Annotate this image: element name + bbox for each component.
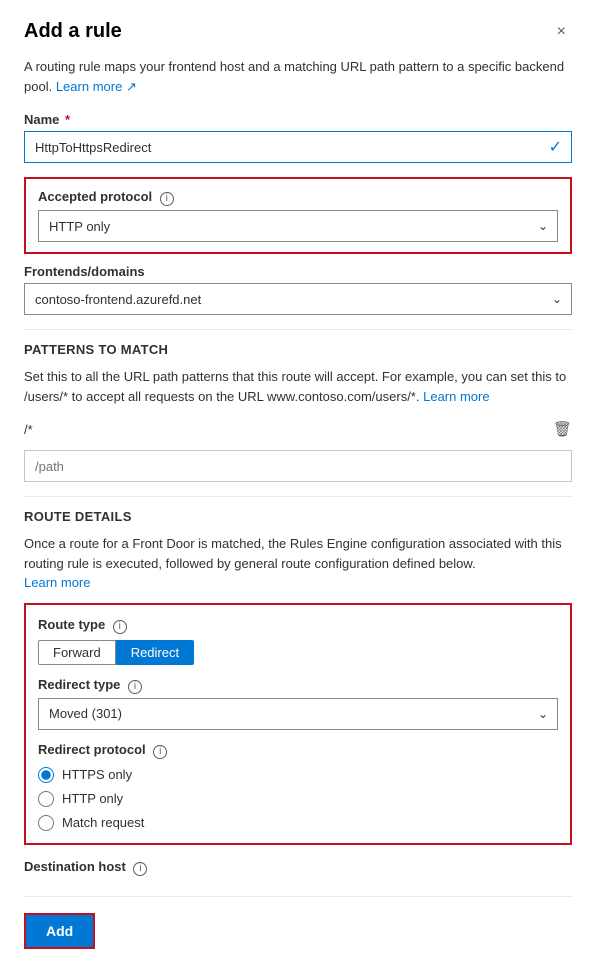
route-details-description: Once a route for a Front Door is matched… [24, 534, 572, 593]
name-input-wrapper: ✓ [24, 131, 572, 163]
redirect-type-select[interactable]: Moved (301) Found (302) Temporary Redire… [38, 698, 558, 730]
close-button[interactable]: × [551, 21, 572, 43]
route-details-section: ROUTE DETAILS Once a route for a Front D… [24, 509, 572, 845]
route-type-info-icon[interactable]: i [113, 620, 127, 634]
destination-host-info-icon[interactable]: i [133, 862, 147, 876]
destination-host-group: Destination host i [24, 859, 572, 876]
radio-https-only[interactable]: HTTPS only [38, 767, 558, 783]
redirect-protocol-label: Redirect protocol i [38, 742, 558, 759]
frontends-label: Frontends/domains [24, 264, 572, 279]
radio-https-only-input[interactable] [38, 767, 54, 783]
route-btn-forward[interactable]: Forward [38, 640, 116, 665]
add-rule-panel: Add a rule × A routing rule maps your fr… [0, 0, 596, 969]
accepted-protocol-select[interactable]: HTTP only HTTPS only HTTP and HTTPS [38, 210, 558, 242]
divider-1 [24, 329, 572, 330]
route-btn-redirect[interactable]: Redirect [116, 640, 194, 665]
radio-match-request-input[interactable] [38, 815, 54, 831]
learn-more-link-route[interactable]: Learn more [24, 575, 90, 590]
accepted-protocol-group: Accepted protocol i HTTP only HTTPS only… [38, 189, 558, 242]
name-label: Name * [24, 112, 572, 127]
redirect-protocol-radio-group: HTTPS only HTTP only Match request [38, 767, 558, 831]
path-input[interactable] [24, 450, 572, 482]
redirect-protocol-group: Redirect protocol i HTTPS only HTTP only… [38, 742, 558, 831]
redirect-type-select-wrapper: Moved (301) Found (302) Temporary Redire… [38, 698, 558, 730]
frontends-select-wrapper: contoso-frontend.azurefd.net ⌄ [24, 283, 572, 315]
route-type-buttons: Forward Redirect [38, 640, 558, 665]
destination-host-label: Destination host i [24, 859, 572, 876]
frontends-select[interactable]: contoso-frontend.azurefd.net [24, 283, 572, 315]
accepted-protocol-select-wrapper: HTTP only HTTPS only HTTP and HTTPS ⌄ [38, 210, 558, 242]
divider-2 [24, 496, 572, 497]
learn-more-link-top[interactable]: Learn more ↗ [56, 79, 137, 94]
frontends-form-group: Frontends/domains contoso-frontend.azure… [24, 264, 572, 315]
checkmark-icon: ✓ [549, 137, 562, 157]
patterns-list: /* 🗑 [24, 416, 572, 442]
accepted-protocol-section: Accepted protocol i HTTP only HTTPS only… [24, 177, 572, 254]
panel-header: Add a rule × [24, 20, 572, 43]
pattern-value: /* [24, 422, 33, 437]
route-details-heading: ROUTE DETAILS [24, 509, 572, 524]
patterns-section: PATTERNS TO MATCH Set this to all the UR… [24, 342, 572, 482]
name-form-group: Name * ✓ [24, 112, 572, 163]
radio-match-request[interactable]: Match request [38, 815, 558, 831]
accepted-protocol-label: Accepted protocol i [38, 189, 558, 206]
patterns-heading: PATTERNS TO MATCH [24, 342, 572, 357]
redirect-type-label: Redirect type i [38, 677, 558, 694]
footer-section: Add [24, 896, 572, 949]
pattern-item: /* 🗑 [24, 416, 572, 442]
route-config-section: Route type i Forward Redirect Redirect t… [24, 603, 572, 845]
redirect-type-info-icon[interactable]: i [128, 680, 142, 694]
external-link-icon: ↗ [126, 79, 137, 94]
learn-more-link-patterns[interactable]: Learn more [423, 389, 489, 404]
name-input[interactable] [24, 131, 572, 163]
patterns-description: Set this to all the URL path patterns th… [24, 367, 572, 406]
delete-icon[interactable]: 🗑 [553, 420, 572, 438]
radio-http-only[interactable]: HTTP only [38, 791, 558, 807]
route-type-group: Route type i Forward Redirect [38, 617, 558, 665]
add-button[interactable]: Add [24, 913, 95, 949]
panel-description: A routing rule maps your frontend host a… [24, 57, 572, 96]
page-title: Add a rule [24, 20, 122, 43]
accepted-protocol-info-icon[interactable]: i [160, 192, 174, 206]
redirect-type-group: Redirect type i Moved (301) Found (302) … [38, 677, 558, 730]
route-type-label: Route type i [38, 617, 558, 634]
radio-http-only-input[interactable] [38, 791, 54, 807]
redirect-protocol-info-icon[interactable]: i [153, 745, 167, 759]
